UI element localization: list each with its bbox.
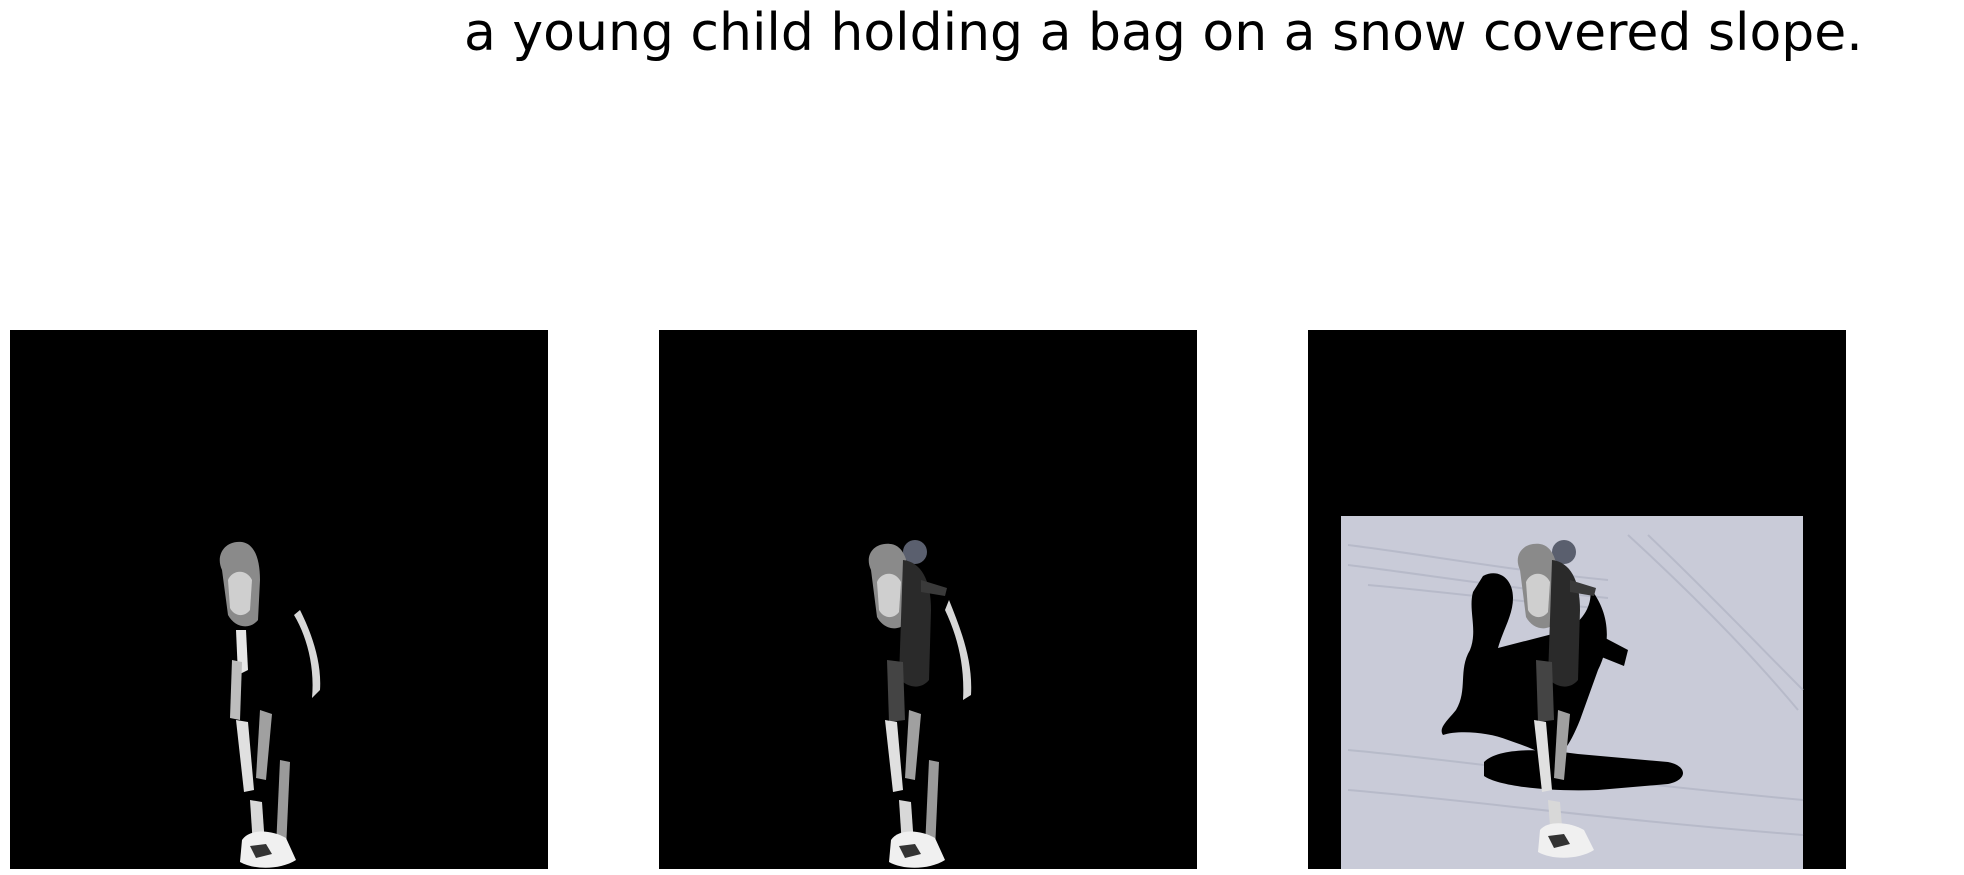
image-panel-snow-scene bbox=[1308, 330, 1846, 869]
snowboarder-scene-image bbox=[1308, 330, 1846, 869]
image-panel-partial-mask bbox=[10, 330, 548, 869]
image-panel-fuller-mask bbox=[659, 330, 1197, 869]
caption-text: a young child holding a bag on a snow co… bbox=[464, 3, 1863, 63]
masked-figure-image bbox=[659, 330, 1197, 869]
figure-page: a young child holding a bag on a snow co… bbox=[0, 0, 1964, 875]
masked-figure-image bbox=[10, 330, 548, 869]
